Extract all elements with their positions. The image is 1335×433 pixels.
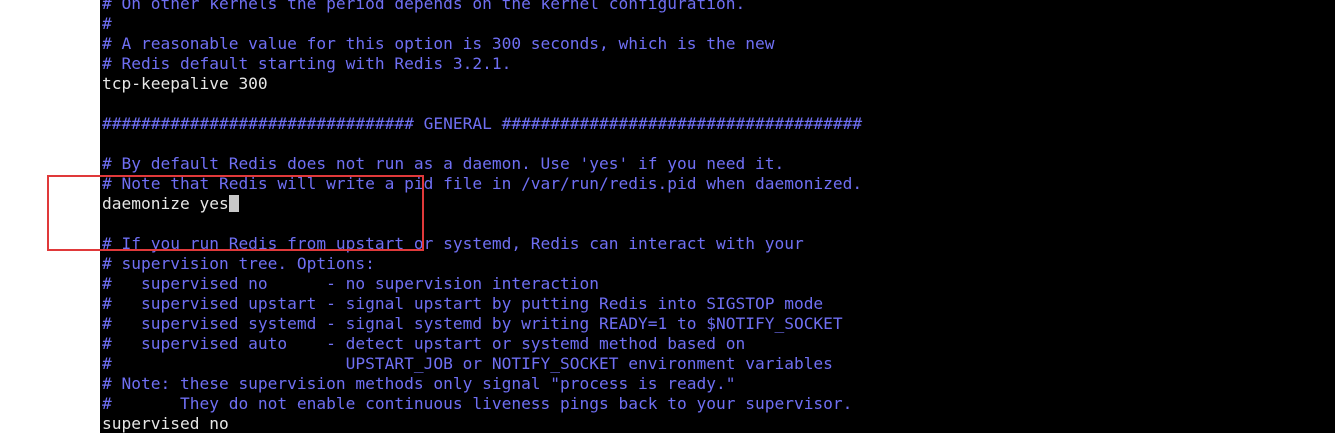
comment-line: # On other kernels the period depends on… xyxy=(102,0,862,14)
line-text: # supervision tree. Options: xyxy=(102,254,375,273)
editor-text-area[interactable]: # On other kernels the period depends on… xyxy=(102,0,862,433)
comment-line: # By default Redis does not run as a dae… xyxy=(102,154,862,174)
config-directive-line: daemonize yes xyxy=(102,194,862,214)
comment-line: ################################ GENERAL… xyxy=(102,114,862,134)
comment-line: # supervised systemd - signal systemd by… xyxy=(102,314,862,334)
comment-line: # They do not enable continuous liveness… xyxy=(102,394,862,414)
line-text: # xyxy=(102,14,112,33)
line-text: # supervised upstart - signal upstart by… xyxy=(102,294,824,313)
config-directive-line: tcp-keepalive 300 xyxy=(102,74,862,94)
comment-line: # If you run Redis from upstart or syste… xyxy=(102,234,862,254)
comment-line: # xyxy=(102,14,862,34)
line-text: # Note: these supervision methods only s… xyxy=(102,374,736,393)
line-text: # UPSTART_JOB or NOTIFY_SOCKET environme… xyxy=(102,354,833,373)
screenshot-page: # On other kernels the period depends on… xyxy=(0,0,1335,433)
text-cursor xyxy=(228,195,239,212)
line-text: # supervised systemd - signal systemd by… xyxy=(102,314,843,333)
line-text: daemonize yes xyxy=(102,194,229,213)
comment-line: # supervised no - no supervision interac… xyxy=(102,274,862,294)
line-text: # On other kernels the period depends on… xyxy=(102,0,746,13)
line-text: # supervised no - no supervision interac… xyxy=(102,274,600,293)
terminal-editor[interactable]: # On other kernels the period depends on… xyxy=(100,0,1335,433)
comment-line: # supervised auto - detect upstart or sy… xyxy=(102,334,862,354)
line-text: # If you run Redis from upstart or syste… xyxy=(102,234,804,253)
comment-line: # Note that Redis will write a pid file … xyxy=(102,174,862,194)
line-text: # Redis default starting with Redis 3.2.… xyxy=(102,54,512,73)
line-text: # Note that Redis will write a pid file … xyxy=(102,174,863,193)
comment-line: # Redis default starting with Redis 3.2.… xyxy=(102,54,862,74)
comment-line: # UPSTART_JOB or NOTIFY_SOCKET environme… xyxy=(102,354,862,374)
comment-line: # supervised upstart - signal upstart by… xyxy=(102,294,862,314)
line-text: tcp-keepalive 300 xyxy=(102,74,268,93)
comment-line: # A reasonable value for this option is … xyxy=(102,34,862,54)
comment-line: # supervision tree. Options: xyxy=(102,254,862,274)
config-directive-line: supervised no xyxy=(102,414,862,433)
line-text: ################################ GENERAL… xyxy=(102,114,863,133)
comment-line: # Note: these supervision methods only s… xyxy=(102,374,862,394)
line-text: # supervised auto - detect upstart or sy… xyxy=(102,334,746,353)
line-text: # By default Redis does not run as a dae… xyxy=(102,154,785,173)
line-text: # They do not enable continuous liveness… xyxy=(102,394,853,413)
line-text: # A reasonable value for this option is … xyxy=(102,34,775,53)
line-text: supervised no xyxy=(102,414,229,433)
